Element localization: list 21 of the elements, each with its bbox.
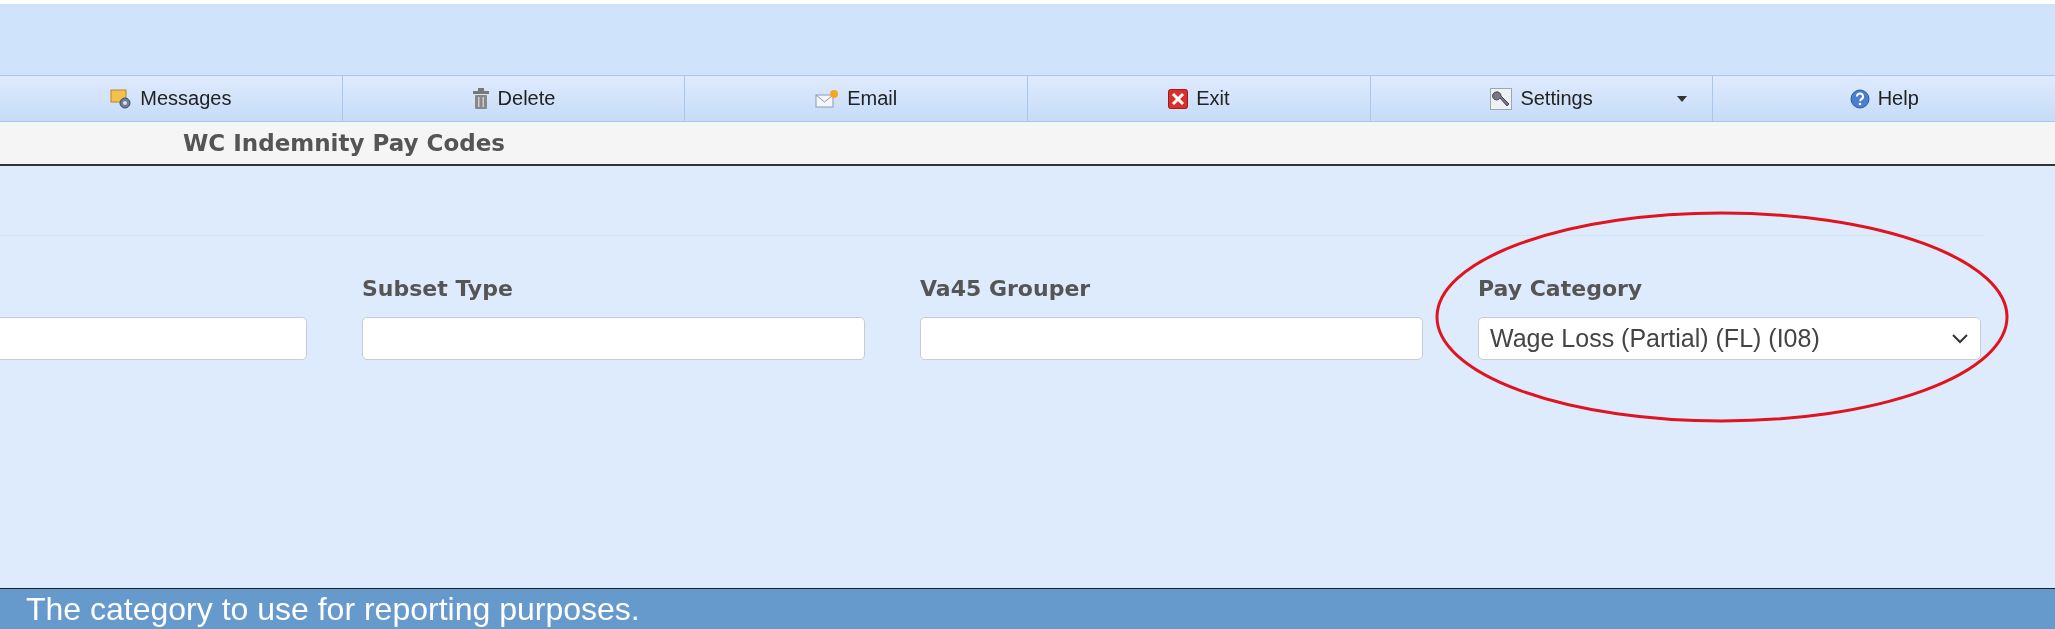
trash-icon (471, 87, 490, 110)
field-label: Va45 Grouper (920, 276, 1092, 303)
dropdown[interactable]: Wage Loss (Partial) (FL) (I08) (1478, 317, 1981, 360)
close-icon (1168, 88, 1189, 109)
help-icon (1849, 88, 1870, 109)
input-field[interactable] (920, 317, 1423, 360)
envelope-icon (815, 88, 840, 109)
field-label: Pay Category (1478, 276, 1644, 303)
settings-icon (1490, 87, 1513, 110)
chevron-down-icon (1952, 333, 1968, 344)
toolbar-button[interactable]: Delete (342, 76, 686, 121)
toolbar-button[interactable]: Help (1713, 76, 2055, 121)
field-label: Subset Type (362, 276, 514, 303)
toolbar-button[interactable]: Email (685, 76, 1028, 121)
input-field[interactable] (362, 317, 865, 360)
toolbar-button[interactable]: Settings (1370, 76, 1714, 121)
toolbar-button[interactable]: Exit (1028, 76, 1371, 121)
status-text: The category to use for reporting purposes. (26, 590, 640, 628)
page-title: WC Indemnity Pay Codes (183, 130, 505, 156)
messages-icon (110, 88, 133, 109)
toolbar-button[interactable]: Messages (0, 76, 343, 121)
